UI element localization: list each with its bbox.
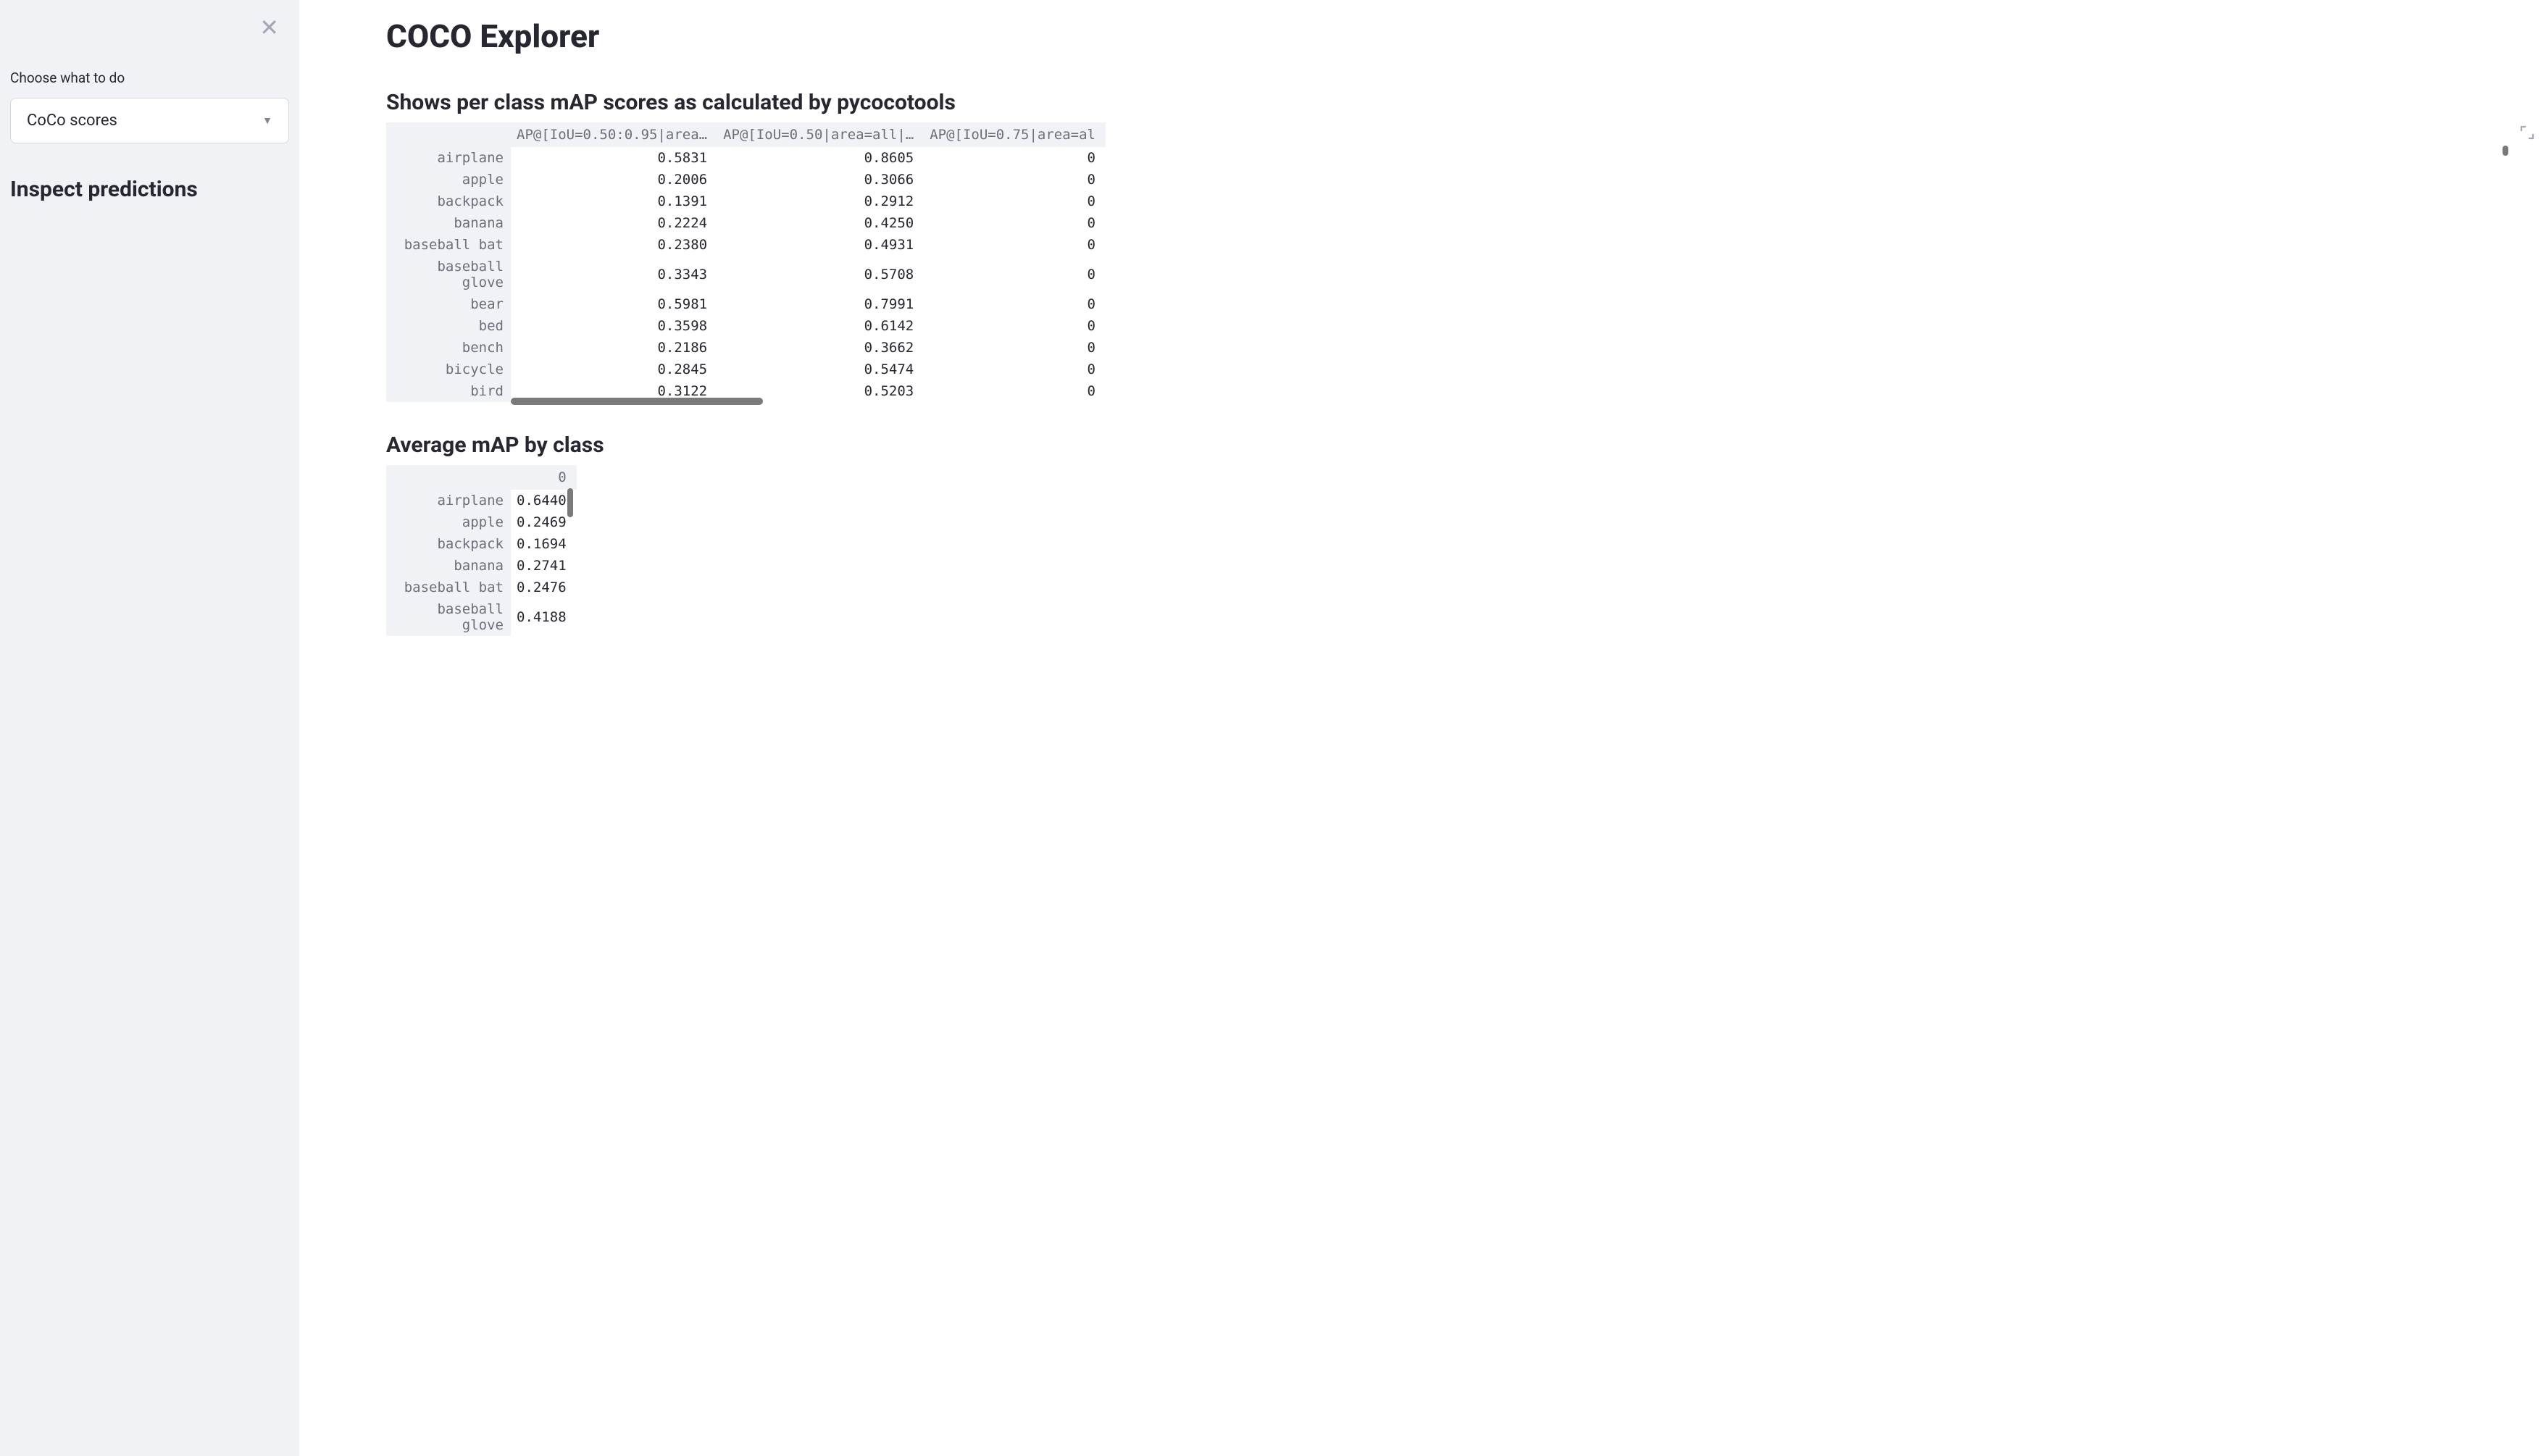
select-value: CoCo scores <box>27 112 117 130</box>
table-row: banana0.2741 <box>386 555 577 577</box>
table-row: baseball bat0.23800.49310 <box>386 234 1106 256</box>
row-index: backpack <box>386 191 511 212</box>
table-row: baseball bat0.2476 <box>386 577 577 598</box>
cell: 0.2476 <box>511 577 577 598</box>
cell: 0 <box>924 359 1106 380</box>
cell: 0 <box>924 337 1106 359</box>
row-index: backpack <box>386 533 511 555</box>
table-row: airplane0.6440 <box>386 490 577 511</box>
cell: 0.5981 <box>511 293 717 315</box>
cell: 0.2741 <box>511 555 577 577</box>
cell: 0.8605 <box>717 147 924 169</box>
column-header <box>386 122 511 147</box>
cell: 0.3066 <box>717 169 924 191</box>
cell: 0 <box>924 191 1106 212</box>
cell: 0 <box>924 380 1106 402</box>
cell: 0.5474 <box>717 359 924 380</box>
cell: 0 <box>924 147 1106 169</box>
table-row: bench0.21860.36620 <box>386 337 1106 359</box>
row-index: apple <box>386 169 511 191</box>
row-index: airplane <box>386 147 511 169</box>
table-row: airplane0.58310.86050 <box>386 147 1106 169</box>
cell: 0.1391 <box>511 191 717 212</box>
row-index: baseball glove <box>386 256 511 293</box>
task-select[interactable]: CoCo scores ▼ <box>10 98 289 143</box>
row-index: airplane <box>386 490 511 511</box>
column-header: AP@[IoU=0.50:0.95|area… <box>511 122 717 147</box>
row-index: baseball glove <box>386 598 511 636</box>
cell: 0.4931 <box>717 234 924 256</box>
column-header <box>386 465 511 490</box>
chevron-down-icon: ▼ <box>262 114 272 127</box>
table-row: backpack0.1694 <box>386 533 577 555</box>
expand-icon[interactable] <box>2520 125 2534 143</box>
cell: 0.4250 <box>717 212 924 234</box>
sidebar-heading: Inspect predictions <box>10 177 289 202</box>
cell: 0 <box>924 315 1106 337</box>
table-row: bear0.59810.79910 <box>386 293 1106 315</box>
cell: 0.2380 <box>511 234 717 256</box>
table-row: backpack0.13910.29120 <box>386 191 1106 212</box>
row-index: bird <box>386 380 511 402</box>
cell: 0.2186 <box>511 337 717 359</box>
cell: 0.4188 <box>511 598 577 636</box>
cell: 0.3343 <box>511 256 717 293</box>
column-header: AP@[IoU=0.75|area=al <box>924 122 1106 147</box>
row-index: bed <box>386 315 511 337</box>
select-label: Choose what to do <box>10 70 289 86</box>
row-index: baseball bat <box>386 577 511 598</box>
cell: 0.2224 <box>511 212 717 234</box>
scores-table-block: AP@[IoU=0.50:0.95|area…AP@[IoU=0.50|area… <box>386 122 2511 402</box>
cell: 0.2006 <box>511 169 717 191</box>
cell: 0.5831 <box>511 147 717 169</box>
cell: 0 <box>924 234 1106 256</box>
cell: 0.2845 <box>511 359 717 380</box>
table-row: bed0.35980.61420 <box>386 315 1106 337</box>
row-index: baseball bat <box>386 234 511 256</box>
row-index: bench <box>386 337 511 359</box>
avg-table-block: 0airplane0.6440apple0.2469backpack0.1694… <box>386 465 575 636</box>
row-index: bicycle <box>386 359 511 380</box>
row-index: apple <box>386 511 511 533</box>
cell: 0.5708 <box>717 256 924 293</box>
cell: 0 <box>924 169 1106 191</box>
column-header: 0 <box>511 465 577 490</box>
sidebar: ✕ Choose what to do CoCo scores ▼ Inspec… <box>0 0 299 1456</box>
cell: 0.3662 <box>717 337 924 359</box>
section-title-avg: Average mAP by class <box>386 432 2511 458</box>
main-content: COCO Explorer Shows per class mAP scores… <box>299 0 2546 1456</box>
cell: 0.2469 <box>511 511 577 533</box>
vertical-scrollbar[interactable] <box>567 488 573 517</box>
table-row: bicycle0.28450.54740 <box>386 359 1106 380</box>
row-index: banana <box>386 212 511 234</box>
avg-table[interactable]: 0airplane0.6440apple0.2469backpack0.1694… <box>386 465 577 636</box>
table-row: baseball glove0.33430.57080 <box>386 256 1106 293</box>
row-index: banana <box>386 555 511 577</box>
horizontal-scrollbar[interactable] <box>511 398 763 405</box>
section-title-scores: Shows per class mAP scores as calculated… <box>386 90 2511 115</box>
page-title: COCO Explorer <box>386 17 2511 55</box>
scores-table[interactable]: AP@[IoU=0.50:0.95|area…AP@[IoU=0.50|area… <box>386 122 1106 402</box>
cell: 0 <box>924 293 1106 315</box>
cell: 0.2912 <box>717 191 924 212</box>
cell: 0 <box>924 212 1106 234</box>
cell: 0.3598 <box>511 315 717 337</box>
table-row: apple0.20060.30660 <box>386 169 1106 191</box>
vertical-scrollbar[interactable] <box>2503 146 2508 156</box>
close-icon[interactable]: ✕ <box>259 16 279 39</box>
cell: 0 <box>924 256 1106 293</box>
column-header: AP@[IoU=0.50|area=all|… <box>717 122 924 147</box>
table-row: banana0.22240.42500 <box>386 212 1106 234</box>
row-index: bear <box>386 293 511 315</box>
cell: 0.1694 <box>511 533 577 555</box>
table-row: apple0.2469 <box>386 511 577 533</box>
cell: 0.7991 <box>717 293 924 315</box>
table-row: baseball glove0.4188 <box>386 598 577 636</box>
cell: 0.6142 <box>717 315 924 337</box>
